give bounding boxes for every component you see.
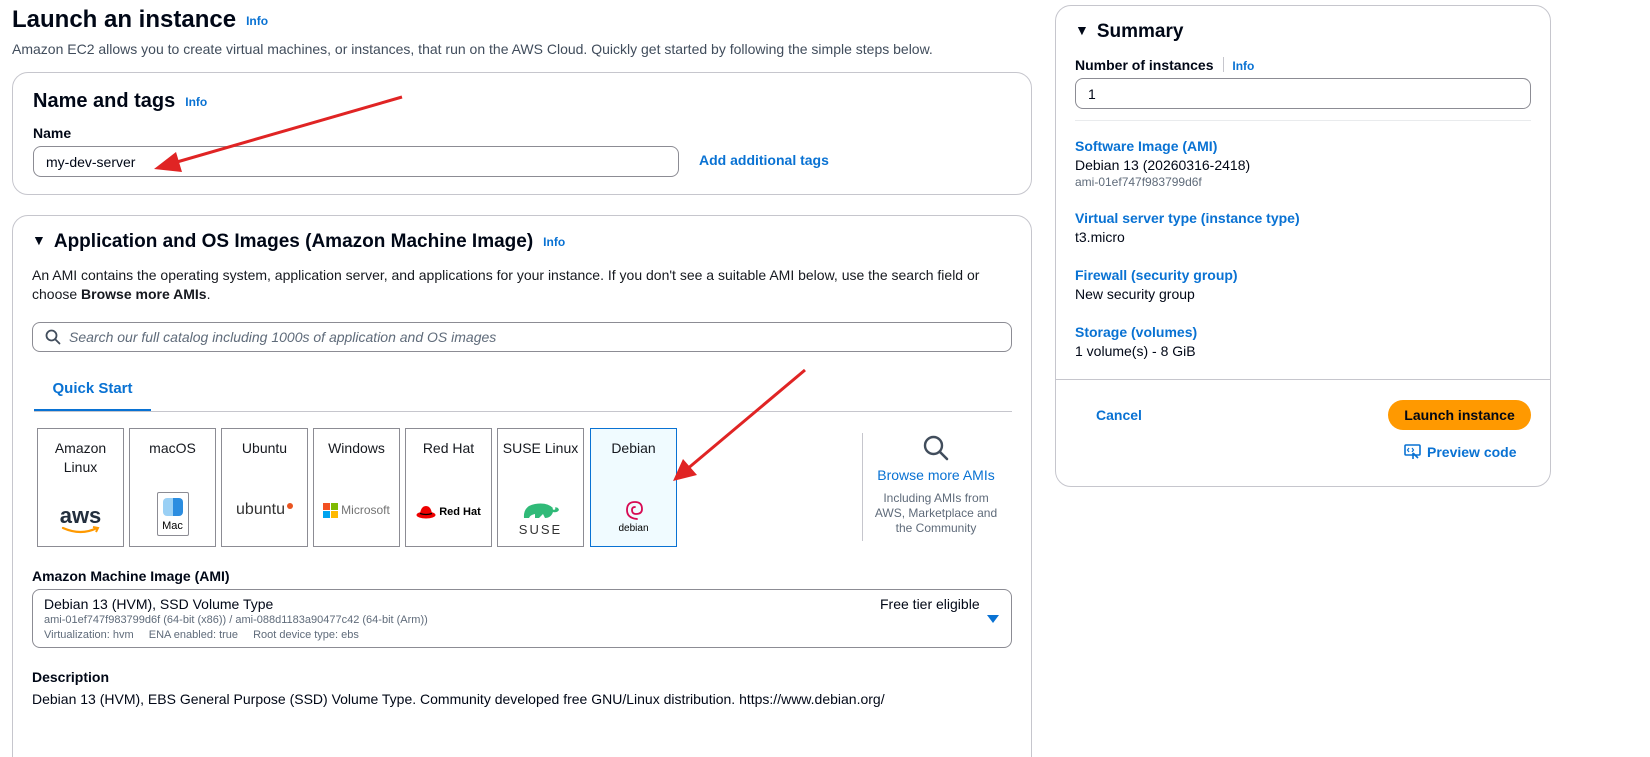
num-instances-value: 1 — [1088, 85, 1096, 102]
suse-logo-text: SUSE — [518, 521, 563, 537]
aws-logo-icon: aws — [38, 495, 123, 545]
storage-link[interactable]: Storage (volumes) — [1075, 324, 1197, 340]
microsoft-logo-text: Microsoft — [341, 503, 390, 517]
browse-more-desc: Including AMIs from AWS, Marketplace and… — [874, 491, 998, 535]
search-icon — [45, 329, 61, 345]
browse-more-link[interactable]: Browse more AMIs — [870, 467, 1002, 483]
ami-info-link[interactable]: Info — [543, 235, 565, 249]
tile-label: Windows — [328, 440, 385, 456]
software-image-link[interactable]: Software Image (AMI) — [1075, 138, 1217, 154]
ami-root: Root device type: ebs — [253, 629, 359, 641]
tile-label: Ubuntu — [241, 440, 288, 456]
ubuntu-logo-text: ubuntu — [236, 501, 285, 518]
summary-divider — [1075, 120, 1531, 121]
redhat-logo-text: Red Hat — [439, 506, 481, 518]
launch-instance-button[interactable]: Launch instance — [1388, 400, 1531, 430]
description-label: Description — [32, 669, 110, 685]
instance-type-value: t3.micro — [1075, 229, 1125, 245]
ami-tile-amazon-linux[interactable]: Amazon Linux aws — [37, 428, 124, 547]
storage-value: 1 volume(s) - 8 GiB — [1075, 343, 1196, 359]
name-tags-card: Name and tags Info Name my-dev-server Add… — [12, 72, 1032, 195]
tab-quick-start-label: Quick Start — [52, 380, 133, 397]
tile-label: Debian — [611, 440, 656, 456]
label-separator — [1223, 57, 1225, 72]
page-info-link[interactable]: Info — [246, 14, 268, 28]
aws-logo-text: aws — [59, 503, 102, 528]
suse-logo-icon: SUSE — [498, 493, 583, 543]
code-preview-icon — [1404, 444, 1421, 459]
collapse-caret-icon[interactable]: ▼ — [1075, 22, 1089, 38]
page-title: Launch an instance Info — [12, 6, 268, 34]
ami-desc-bold: Browse more AMIs — [81, 286, 207, 302]
name-input[interactable]: my-dev-server — [33, 146, 679, 177]
num-instances-input[interactable]: 1 — [1075, 78, 1531, 109]
ami-tile-ubuntu[interactable]: Ubuntu ubuntu — [221, 428, 308, 547]
mac-logo-text: Mac — [162, 520, 183, 532]
num-instances-label: Number of instances Info — [1075, 57, 1254, 73]
firewall-link[interactable]: Firewall (security group) — [1075, 267, 1238, 283]
name-label: Name — [33, 125, 72, 141]
ami-tile-suse[interactable]: SUSE Linux SUSE — [497, 428, 584, 547]
redhat-logo-icon: Red Hat — [406, 487, 491, 537]
summary-title-text: Summary — [1096, 21, 1184, 42]
ami-tile-macos[interactable]: macOS Mac — [129, 428, 216, 547]
debian-logo-icon: debian — [591, 491, 676, 541]
ami-select-name: Debian 13 (HVM), SSD Volume Type — [44, 596, 274, 612]
ami-tile-windows[interactable]: Windows Microsoft — [313, 428, 400, 547]
ami-tile-debian[interactable]: Debian debian — [590, 428, 677, 547]
page-title-text: Launch an instance — [12, 6, 237, 33]
firewall-value: New security group — [1075, 286, 1195, 302]
tile-label: Red Hat — [422, 440, 475, 456]
launch-instance-label: Launch instance — [1404, 407, 1515, 423]
finder-icon: Mac — [130, 489, 215, 539]
summary-footer-divider — [1056, 379, 1550, 380]
preview-code-button[interactable]: Preview code — [1404, 444, 1517, 460]
cancel-button[interactable]: Cancel — [1096, 407, 1142, 423]
ami-select[interactable]: Debian 13 (HVM), SSD Volume Type ami-01e… — [32, 589, 1012, 648]
num-instances-info-link[interactable]: Info — [1232, 59, 1254, 73]
browse-divider — [862, 433, 863, 541]
ami-ena: ENA enabled: true — [148, 629, 239, 641]
instance-type-link[interactable]: Virtual server type (instance type) — [1075, 210, 1300, 226]
name-input-value: my-dev-server — [46, 153, 136, 170]
ami-description: An AMI contains the operating system, ap… — [32, 266, 1012, 304]
browse-more-amis[interactable]: Browse more AMIs Including AMIs from AWS… — [870, 434, 1002, 536]
ami-search-input[interactable]: Search our full catalog including 1000s … — [32, 322, 1012, 352]
num-instances-label-text: Number of instances — [1075, 57, 1214, 73]
ami-section-title[interactable]: ▼ Application and OS Images (Amazon Machi… — [32, 231, 565, 253]
search-icon — [923, 435, 949, 461]
collapse-caret-icon[interactable]: ▼ — [32, 232, 46, 248]
software-image-id: ami-01ef747f983799d6f — [1075, 175, 1202, 189]
software-image-value: Debian 13 (20260316-2418) — [1075, 157, 1251, 173]
tile-label: Amazon Linux — [54, 440, 107, 475]
description-text: Debian 13 (HVM), EBS General Purpose (SS… — [32, 691, 885, 707]
page-subtitle: Amazon EC2 allows you to create virtual … — [12, 41, 933, 57]
summary-title[interactable]: ▼ Summary — [1075, 21, 1183, 43]
tile-label: macOS — [149, 440, 196, 456]
caret-down-icon[interactable] — [987, 615, 999, 623]
tile-label: SUSE Linux — [502, 440, 579, 456]
ami-desc-end: . — [206, 286, 211, 302]
ami-select-label: Amazon Machine Image (AMI) — [32, 568, 230, 584]
ami-tile-redhat[interactable]: Red Hat Red Hat — [405, 428, 492, 547]
ubuntu-logo-icon: ubuntu — [222, 485, 307, 535]
name-tags-title: Name and tags Info — [33, 90, 207, 113]
name-tags-info-link[interactable]: Info — [185, 95, 207, 109]
tab-quick-start[interactable]: Quick Start — [34, 380, 151, 412]
ami-title-text: Application and OS Images (Amazon Machin… — [53, 231, 534, 252]
debian-logo-text: debian — [618, 522, 649, 534]
free-tier-badge: Free tier eligible — [880, 596, 980, 612]
ami-select-ids: ami-01ef747f983799d6f (64-bit (x86)) / a… — [44, 614, 428, 626]
preview-code-label: Preview code — [1427, 444, 1517, 460]
name-tags-title-text: Name and tags — [33, 90, 176, 112]
tab-divider — [34, 411, 1012, 412]
add-tags-link[interactable]: Add additional tags — [699, 152, 829, 168]
ami-search-placeholder: Search our full catalog including 1000s … — [69, 329, 497, 345]
ami-select-meta: Virtualization: hvm ENA enabled: true Ro… — [44, 629, 359, 641]
ami-virt: Virtualization: hvm — [44, 629, 134, 641]
microsoft-logo-icon: Microsoft — [314, 485, 399, 535]
